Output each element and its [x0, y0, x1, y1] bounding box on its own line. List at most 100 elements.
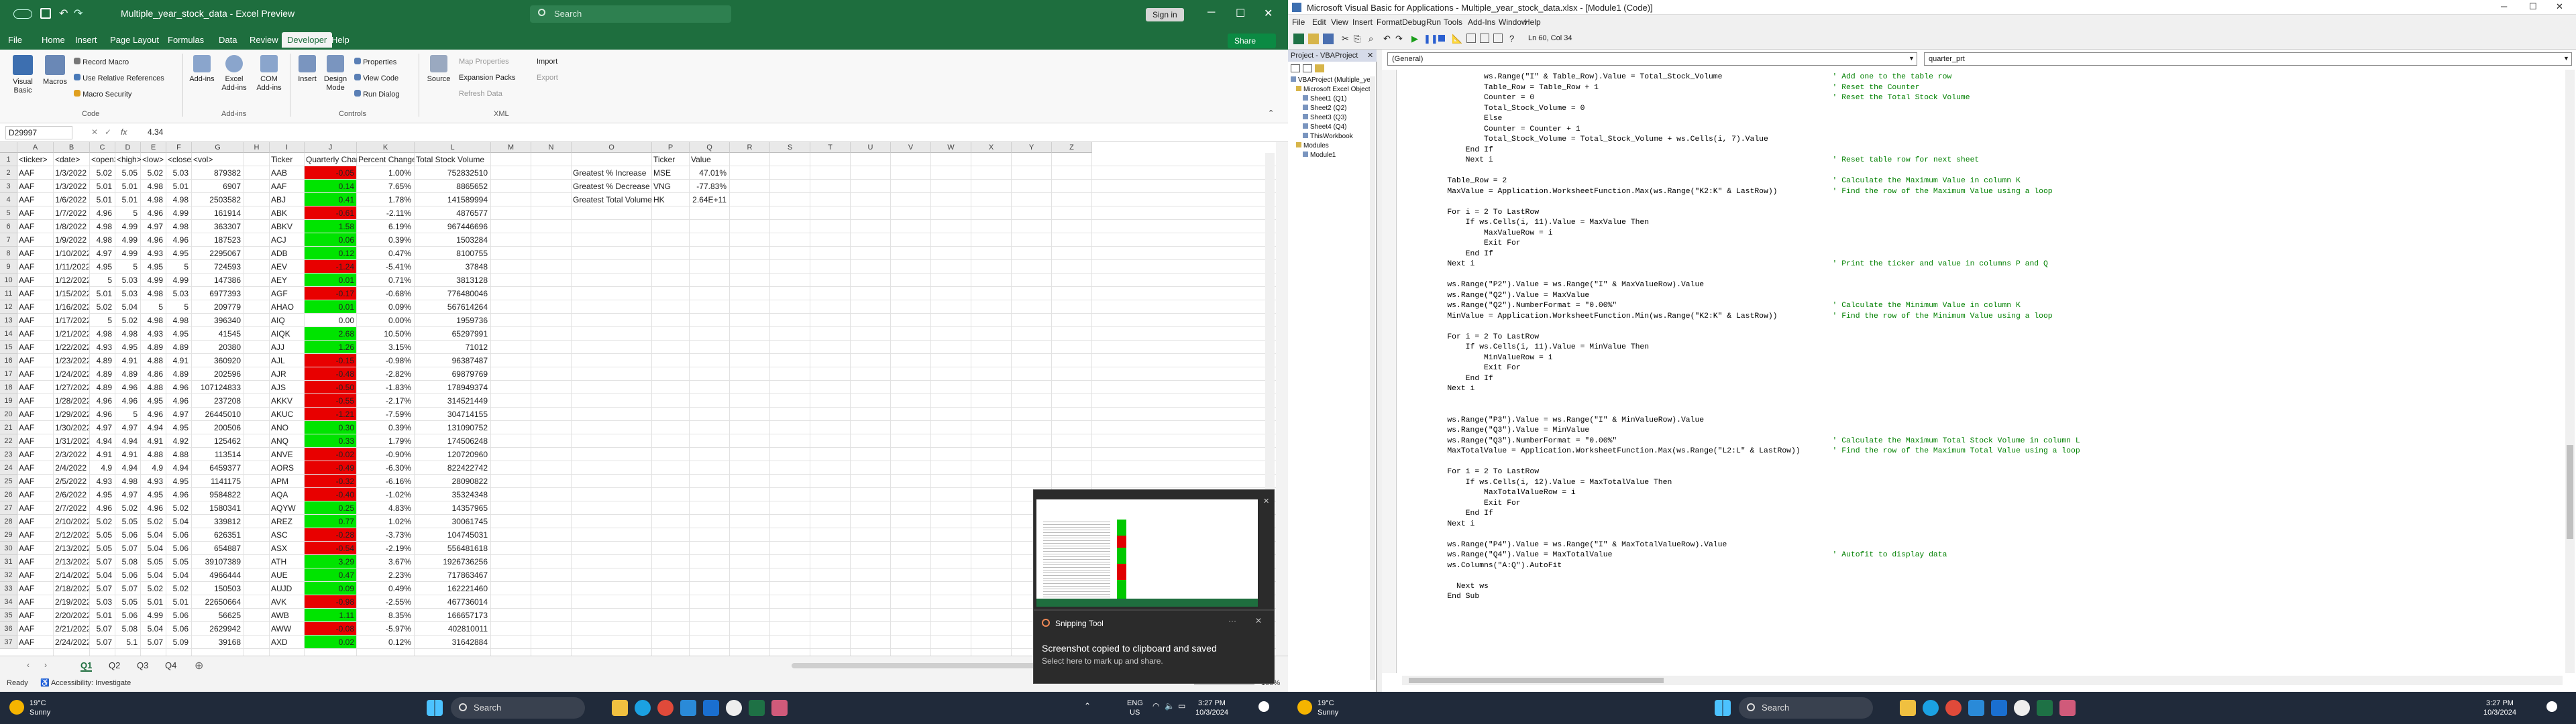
data-cell[interactable]: AGF	[271, 287, 303, 300]
data-cell[interactable]: 4.96	[168, 488, 191, 501]
data-cell[interactable]: -2.82%	[358, 367, 413, 381]
header-cell[interactable]: <high>	[117, 153, 141, 166]
quarterly-change-cell[interactable]: -0.40	[305, 488, 356, 501]
data-cell[interactable]: 4.93	[142, 247, 165, 260]
excel-view-icon[interactable]	[1293, 34, 1304, 44]
data-cell[interactable]: AWB	[271, 609, 303, 622]
data-cell[interactable]: -7.59%	[358, 408, 413, 421]
data-cell[interactable]: 4.96	[91, 206, 114, 220]
data-cell[interactable]: AAF	[19, 408, 52, 421]
column-header-m[interactable]: M	[491, 142, 531, 153]
refresh-data-button[interactable]: Refresh Data	[459, 90, 502, 99]
data-cell[interactable]: 5.04	[142, 568, 165, 582]
data-cell[interactable]: 28090822	[416, 475, 490, 488]
summary-value[interactable]: 2.64E+11	[691, 193, 729, 206]
data-cell[interactable]: AAF	[19, 636, 52, 649]
quarterly-change-cell[interactable]: 0.01	[305, 274, 356, 286]
data-cell[interactable]: 4.96	[142, 501, 165, 515]
column-header-v[interactable]: V	[891, 142, 931, 153]
quarterly-change-cell[interactable]: 1.58	[305, 220, 356, 233]
data-cell[interactable]: 5.05	[168, 555, 191, 568]
data-cell[interactable]: 4.96	[142, 408, 165, 421]
data-cell[interactable]: 5.04	[142, 528, 165, 542]
data-cell[interactable]: 0.39%	[358, 421, 413, 434]
data-cell[interactable]: 5	[117, 260, 140, 274]
data-cell[interactable]: 5.04	[91, 568, 114, 582]
quarterly-change-cell[interactable]: 0.41	[305, 193, 356, 206]
data-cell[interactable]: 4.86	[142, 367, 165, 381]
summary-ticker[interactable]: MSE	[653, 166, 671, 180]
data-cell[interactable]: AVK	[271, 595, 303, 609]
data-cell[interactable]: 4.99	[117, 247, 140, 260]
row-header[interactable]: 30	[0, 542, 17, 555]
header-cell[interactable]: <ticker>	[19, 153, 54, 166]
data-cell[interactable]: 5.04	[142, 542, 165, 555]
sheet-tab-q2[interactable]: Q2	[109, 660, 120, 670]
map-properties-button[interactable]: Map Properties	[459, 58, 509, 66]
data-cell[interactable]: 5.04	[168, 568, 191, 582]
data-cell[interactable]: 3813128	[416, 274, 490, 287]
data-cell[interactable]: 2/12/2022	[55, 528, 89, 542]
data-cell[interactable]: 5.06	[117, 609, 140, 622]
data-cell[interactable]: 2/24/2022	[55, 636, 89, 649]
data-cell[interactable]: AQA	[271, 488, 303, 501]
data-cell[interactable]: 5.03	[91, 595, 114, 609]
row-header[interactable]: 26	[0, 488, 17, 501]
add-sheet-icon[interactable]: ⊕	[195, 659, 203, 672]
object-combo[interactable]: (General) ▼	[1387, 52, 1917, 66]
help-icon[interactable]: ?	[1509, 34, 1514, 44]
data-cell[interactable]: 3.15%	[358, 341, 413, 354]
row-header[interactable]: 13	[0, 314, 17, 327]
redo-icon[interactable]: ↷	[74, 7, 83, 20]
data-cell[interactable]: 26445010	[193, 408, 243, 421]
data-cell[interactable]: 5.02	[142, 166, 165, 180]
data-cell[interactable]: 4.99	[142, 274, 165, 287]
row-header[interactable]: 3	[0, 180, 17, 193]
data-cell[interactable]: 5.07	[117, 582, 140, 595]
tab-home[interactable]: Home	[42, 35, 65, 45]
data-cell[interactable]: 0.00%	[358, 314, 413, 327]
data-cell[interactable]: AJL	[271, 354, 303, 367]
data-cell[interactable]: 4.92	[168, 434, 191, 448]
data-cell[interactable]: 2/7/2022	[55, 501, 89, 515]
collapse-ribbon-icon[interactable]: ⌃	[1268, 109, 1274, 117]
data-cell[interactable]: 1959736	[416, 314, 490, 327]
scroll-thumb[interactable]	[2567, 445, 2573, 539]
name-box[interactable]: D29997	[5, 126, 72, 139]
data-cell[interactable]: 5	[142, 300, 165, 314]
data-cell[interactable]: 5.01	[168, 180, 191, 193]
wifi-icon[interactable]: ◠	[1152, 701, 1159, 711]
data-cell[interactable]: 1926736256	[416, 555, 490, 568]
data-cell[interactable]: 2/19/2022	[55, 595, 89, 609]
macros-button[interactable]: Macros	[42, 55, 68, 86]
data-cell[interactable]: AIQK	[271, 327, 303, 341]
data-cell[interactable]: 4.94	[117, 461, 140, 475]
quarterly-change-cell[interactable]: -1.24	[305, 260, 356, 273]
data-cell[interactable]: 161914	[193, 206, 243, 220]
copy-icon[interactable]: ⎘	[1354, 34, 1360, 44]
data-cell[interactable]: -0.68%	[358, 287, 413, 300]
data-cell[interactable]: AAF	[19, 247, 52, 260]
tab-data[interactable]: Data	[219, 35, 237, 45]
vba-close-icon[interactable]: ✕	[2556, 1, 2563, 12]
data-cell[interactable]: 4.98	[91, 220, 114, 233]
undo-icon[interactable]: ↶	[59, 7, 68, 20]
data-cell[interactable]: AAF	[19, 595, 52, 609]
data-cell[interactable]: -2.17%	[358, 394, 413, 408]
data-cell[interactable]: 5.02	[142, 515, 165, 528]
view-object-icon[interactable]	[1303, 64, 1312, 72]
row-header[interactable]: 6	[0, 220, 17, 233]
data-cell[interactable]: AIQ	[271, 314, 303, 327]
data-cell[interactable]: 339812	[193, 515, 243, 528]
data-cell[interactable]: AAF	[19, 542, 52, 555]
data-cell[interactable]: AAF	[19, 622, 52, 636]
tab-formulas[interactable]: Formulas	[168, 35, 204, 45]
project-tree-item[interactable]: Sheet3 (Q3)	[1303, 114, 1346, 121]
file-explorer-icon[interactable]	[612, 700, 628, 716]
data-cell[interactable]: AXD	[271, 636, 303, 649]
quarterly-change-cell[interactable]: 0.33	[305, 434, 356, 447]
mail-icon[interactable]	[1991, 700, 2007, 716]
data-cell[interactable]: 113514	[193, 448, 243, 461]
close-icon[interactable]: ✕	[1264, 7, 1273, 20]
github-icon[interactable]	[2014, 700, 2030, 716]
